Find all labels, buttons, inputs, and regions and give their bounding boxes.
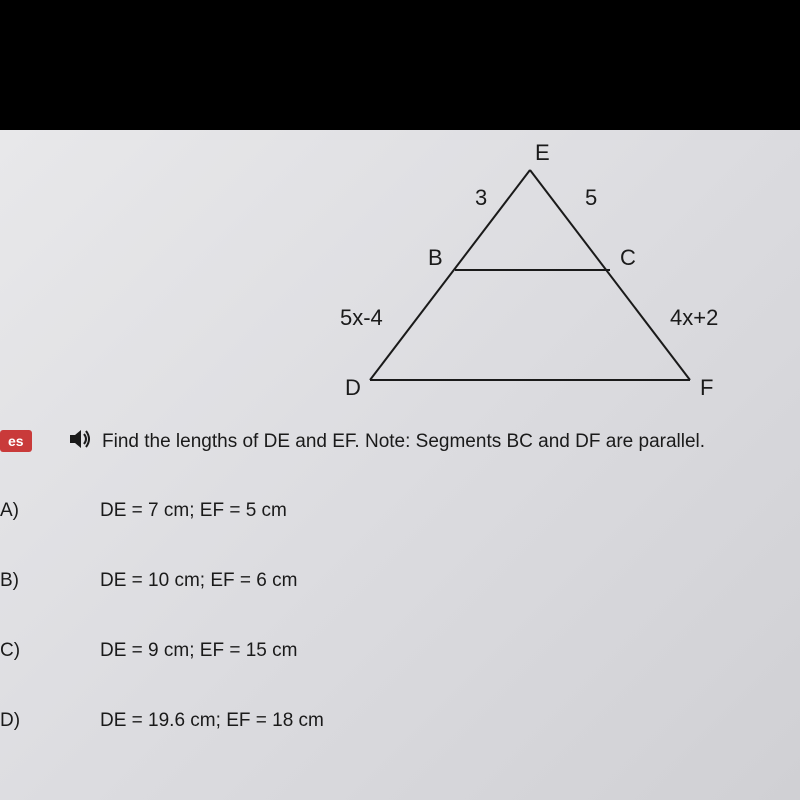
option-c[interactable]: C) DE = 9 cm; EF = 15 cm — [0, 640, 800, 662]
vertex-C: C — [620, 245, 636, 271]
question-row: Find the lengths of DE and EF. Note: Seg… — [70, 430, 705, 453]
option-d[interactable]: D) DE = 19.6 cm; EF = 18 cm — [0, 710, 800, 732]
speaker-icon[interactable] — [70, 430, 92, 453]
option-a[interactable]: A) DE = 7 cm; EF = 5 cm — [0, 500, 800, 522]
label-segment-EC: 5 — [585, 185, 597, 211]
label-segment-EB: 3 — [475, 185, 487, 211]
option-letter-c: C) — [0, 640, 100, 662]
triangle-diagram: E 3 5 B C 5x-4 4x+2 D F — [280, 140, 720, 400]
content-area: E 3 5 B C 5x-4 4x+2 D F es Find the leng… — [0, 130, 800, 800]
vertex-E: E — [535, 140, 550, 166]
triangle-svg — [280, 140, 720, 400]
option-letter-a: A) — [0, 500, 100, 522]
vertex-B: B — [428, 245, 443, 271]
answer-options: A) DE = 7 cm; EF = 5 cm B) DE = 10 cm; E… — [0, 500, 800, 780]
option-text-d: DE = 19.6 cm; EF = 18 cm — [100, 710, 324, 732]
vertex-D: D — [345, 375, 361, 401]
vertex-F: F — [700, 375, 713, 401]
option-b[interactable]: B) DE = 10 cm; EF = 6 cm — [0, 570, 800, 592]
es-badge[interactable]: es — [0, 430, 32, 452]
option-text-b: DE = 10 cm; EF = 6 cm — [100, 570, 297, 592]
question-text: Find the lengths of DE and EF. Note: Seg… — [102, 431, 705, 453]
label-segment-CF: 4x+2 — [670, 305, 718, 331]
option-text-a: DE = 7 cm; EF = 5 cm — [100, 500, 287, 522]
option-letter-b: B) — [0, 570, 100, 592]
option-letter-d: D) — [0, 710, 100, 732]
option-text-c: DE = 9 cm; EF = 15 cm — [100, 640, 297, 662]
black-top-bar — [0, 0, 800, 130]
label-segment-BD: 5x-4 — [340, 305, 383, 331]
